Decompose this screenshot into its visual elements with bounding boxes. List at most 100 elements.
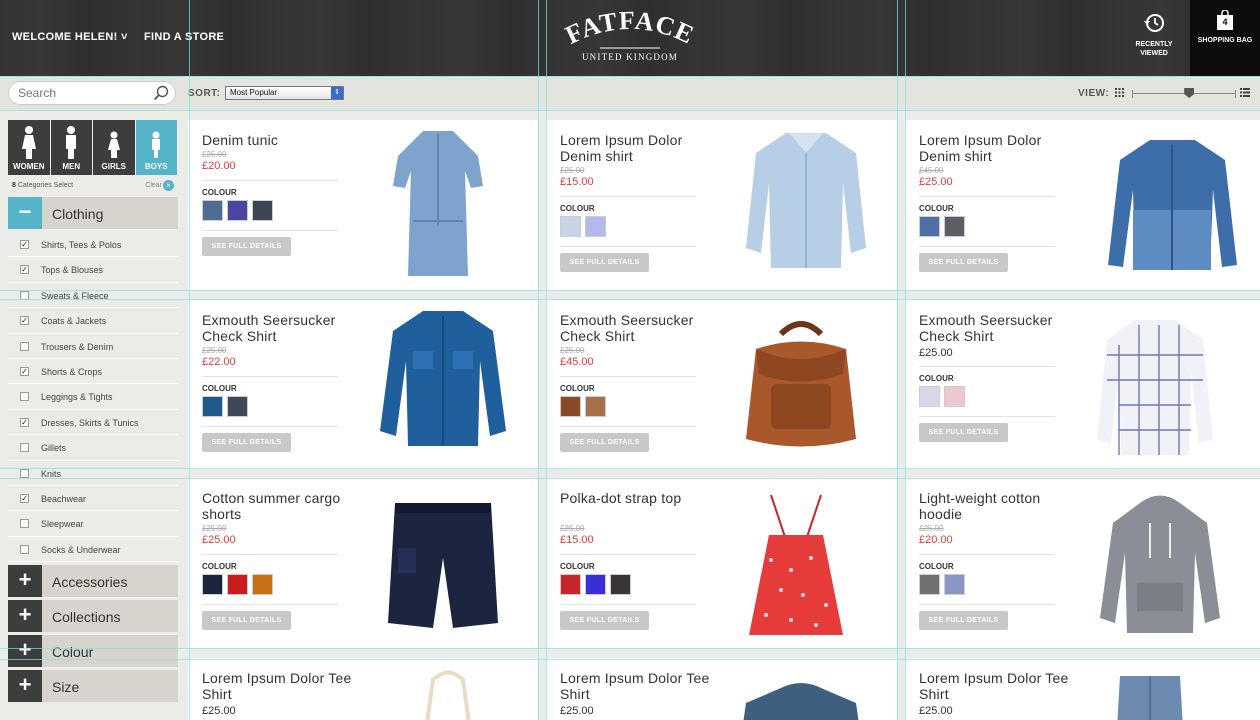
accordion-accessories[interactable]: + Accessories [8, 565, 178, 598]
expand-icon[interactable]: + [8, 600, 42, 633]
gender-tab-boys[interactable]: BOYS [135, 120, 178, 175]
product-image[interactable] [741, 490, 851, 645]
accordion-clothing[interactable]: − Clothing [8, 197, 178, 229]
colour-swatch[interactable] [202, 396, 223, 417]
expand-icon[interactable]: + [8, 670, 42, 703]
find-store-link[interactable]: FIND A STORE [144, 31, 224, 43]
grid-view-icon[interactable] [1115, 88, 1124, 97]
product-card[interactable]: Lorem Ipsum Dolor Tee Shirt £25.00 [905, 658, 1260, 720]
product-image[interactable] [378, 306, 508, 456]
filter-item[interactable]: Leggings & Tights [8, 384, 178, 410]
clear-icon[interactable]: × [163, 180, 174, 191]
clear-link[interactable]: Clear [145, 182, 162, 189]
product-card[interactable]: Light-weight cotton hoodie £25.00 £20.00 CO… [905, 478, 1260, 648]
filter-item[interactable]: ✓ Shirts, Tees & Polos [8, 232, 178, 258]
filter-checkbox[interactable]: ✓ [20, 316, 29, 326]
gender-tab-girls[interactable]: GIRLS [93, 120, 136, 175]
product-card[interactable]: Lorem Ipsum Dolor Tee Shirt £25.00 [546, 658, 897, 720]
filter-item[interactable]: Gillets [8, 435, 178, 461]
colour-swatch[interactable] [944, 386, 965, 407]
expand-icon[interactable]: + [8, 635, 42, 668]
filter-checkbox[interactable] [20, 544, 29, 554]
slider-thumb[interactable] [1184, 88, 1195, 98]
product-title[interactable]: Cotton summer cargo shorts [202, 490, 352, 522]
product-title[interactable]: Exmouth Seersucker Check Shirt [560, 312, 710, 344]
product-image[interactable] [741, 128, 871, 283]
see-full-details-button[interactable]: SEE FULL DETAILS [560, 253, 649, 272]
product-title[interactable]: Lorem Ipsum Dolor Tee Shirt [919, 670, 1069, 702]
colour-swatch[interactable] [585, 396, 606, 417]
colour-swatch[interactable] [560, 574, 581, 595]
filter-item[interactable]: Trousers & Denim [8, 334, 178, 359]
product-card[interactable]: Polka-dot strap top £25.00 £15.00 COLOUR SEE… [546, 478, 897, 648]
product-title[interactable]: Lorem Ipsum Dolor Tee Shirt [560, 670, 710, 702]
product-image[interactable] [731, 314, 871, 459]
colour-swatch[interactable] [560, 216, 581, 237]
filter-checkbox[interactable]: ✓ [20, 366, 29, 376]
expand-icon[interactable]: + [8, 565, 42, 598]
gender-tab-women[interactable]: WOMEN [8, 120, 51, 175]
filter-item[interactable]: ✓ Beachwear [8, 486, 178, 512]
colour-swatch[interactable] [202, 574, 223, 595]
gender-tab-men[interactable]: MEN [50, 120, 93, 175]
product-title[interactable]: Lorem Ipsum Dolor Tee Shirt [202, 670, 352, 702]
colour-swatch[interactable] [202, 200, 223, 221]
colour-swatch[interactable] [585, 216, 606, 237]
product-image[interactable] [383, 126, 493, 291]
collapse-icon[interactable]: − [8, 197, 42, 229]
search-input[interactable] [18, 86, 148, 100]
colour-swatch[interactable] [585, 574, 606, 595]
product-card[interactable]: Exmouth Seersucker Check Shirt £25.00 £45.… [546, 300, 897, 469]
accordion-colour[interactable]: + Colour [8, 635, 178, 668]
filter-item[interactable]: ✓ Coats & Jackets [8, 308, 178, 334]
product-image[interactable] [383, 498, 503, 638]
colour-swatch[interactable] [252, 200, 273, 221]
see-full-details-button[interactable]: SEE FULL DETAILS [919, 611, 1008, 630]
product-image[interactable] [1095, 493, 1225, 643]
product-title[interactable]: Lorem Ipsum Dolor Denim shirt [560, 132, 710, 164]
product-title[interactable]: Exmouth Seersucker Check Shirt [919, 312, 1069, 344]
product-card[interactable]: Exmouth Seersucker Check Shirt £25.00 £22.… [188, 300, 538, 469]
see-full-details-button[interactable]: SEE FULL DETAILS [202, 237, 291, 256]
filter-item[interactable]: ✓ Dresses, Skirts & Tunics [8, 410, 178, 436]
colour-swatch[interactable] [227, 396, 248, 417]
accordion-size[interactable]: + Size [8, 670, 178, 703]
product-card[interactable]: Lorem Ipsum Dolor Denim shirt £25.00 £15.0… [546, 120, 897, 291]
filter-item[interactable]: ✓ Shorts & Crops [8, 359, 178, 385]
product-card[interactable]: Denim tunic £25.00 £20.00 COLOUR SEE FULL DE… [188, 120, 538, 291]
colour-swatch[interactable] [919, 386, 940, 407]
filter-checkbox[interactable]: ✓ [20, 493, 29, 503]
product-card[interactable]: Cotton summer cargo shorts £25.00 £25.00 CO… [188, 478, 538, 648]
search-icon[interactable] [153, 85, 169, 101]
product-title[interactable]: Light-weight cotton hoodie [919, 490, 1069, 522]
see-full-details-button[interactable]: SEE FULL DETAILS [560, 433, 649, 452]
shopping-bag-button[interactable]: 4 SHOPPING BAG [1190, 0, 1260, 76]
product-card[interactable]: Lorem Ipsum Dolor Tee Shirt £25.00 [188, 658, 538, 720]
filter-item[interactable]: Sweats & Fleece [8, 283, 178, 309]
site-logo[interactable]: FATFACE UNITED KINGDOM [560, 10, 700, 66]
colour-swatch[interactable] [227, 200, 248, 221]
product-image[interactable] [1095, 315, 1215, 465]
filter-checkbox[interactable]: ✓ [20, 240, 29, 249]
recently-viewed-button[interactable]: RECENTLY VIEWED [1124, 12, 1184, 58]
product-image[interactable] [1105, 135, 1240, 280]
filter-item[interactable]: Knits [8, 461, 178, 486]
view-zoom-slider[interactable] [1132, 88, 1236, 98]
filter-checkbox[interactable] [20, 392, 29, 402]
filter-checkbox[interactable]: ✓ [20, 417, 29, 427]
colour-swatch[interactable] [252, 574, 273, 595]
product-title[interactable]: Exmouth Seersucker Check Shirt [202, 312, 352, 344]
product-card[interactable]: Lorem Ipsum Dolor Denim shirt £45.00 £25.0… [905, 120, 1260, 291]
colour-swatch[interactable] [560, 396, 581, 417]
product-title[interactable]: Polka-dot strap top [560, 490, 710, 506]
product-image[interactable] [418, 670, 478, 720]
colour-swatch[interactable] [227, 574, 248, 595]
see-full-details-button[interactable]: SEE FULL DETAILS [202, 611, 291, 630]
product-image[interactable] [731, 678, 871, 720]
product-title[interactable]: Lorem Ipsum Dolor Denim shirt [919, 132, 1069, 164]
colour-swatch[interactable] [919, 216, 940, 237]
sort-select[interactable]: Most Popular ⇕ [225, 86, 344, 100]
product-image[interactable] [1115, 668, 1185, 720]
colour-swatch[interactable] [610, 574, 631, 595]
product-card[interactable]: Exmouth Seersucker Check Shirt £25.00 COLO… [905, 300, 1260, 469]
